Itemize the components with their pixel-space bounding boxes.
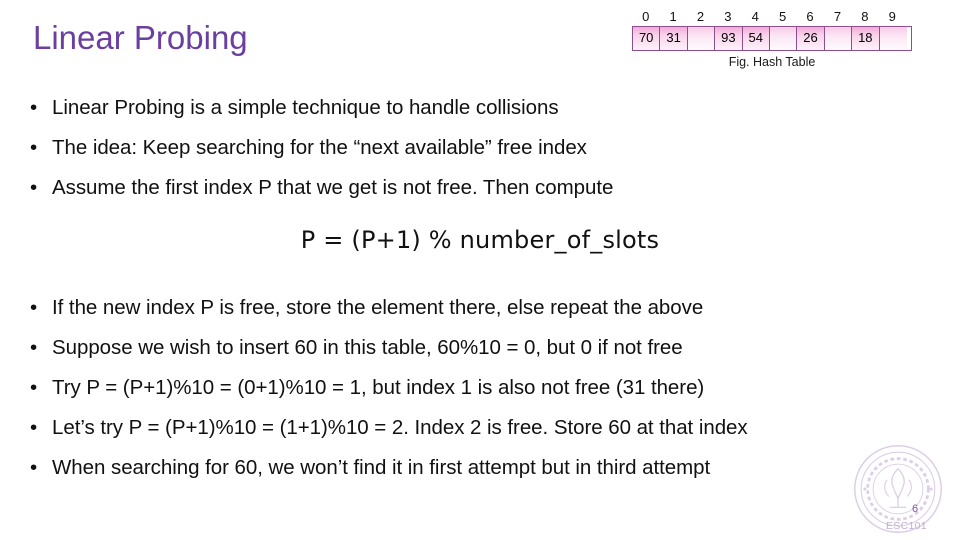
hash-table-cell: 93 — [715, 27, 743, 50]
page-number: 6 — [912, 503, 919, 515]
hash-table-cell: 54 — [742, 27, 770, 50]
list-item: • If the new index P is free, store the … — [30, 288, 935, 328]
list-item-text: Assume the first index P that we get is … — [52, 176, 614, 199]
hash-table-cell — [769, 27, 798, 50]
hash-index-label: 1 — [669, 9, 677, 24]
hash-index-label: 7 — [833, 9, 842, 24]
hash-table-figure: 0 1 2 3 4 5 6 7 8 9 70 31 93 54 26 18 Fi… — [632, 8, 912, 69]
list-item-text: When searching for 60, we won’t find it … — [52, 456, 711, 479]
hash-table-cell: 18 — [852, 27, 880, 50]
hash-table-cell: 31 — [660, 27, 688, 50]
bullet-dot-icon: • — [30, 376, 38, 399]
footer-course-code: ESC101 — [886, 520, 927, 532]
hash-index-label: 0 — [642, 9, 650, 24]
bullet-list-top: • Linear Probing is a simple technique t… — [30, 88, 935, 208]
list-item: • Let’s try P = (P+1)%10 = (1+1)%10 = 2.… — [30, 408, 935, 448]
list-item: • When searching for 60, we won’t find i… — [30, 448, 935, 488]
formula-text: P = (P+1) % number_of_slots — [300, 226, 660, 254]
list-item: • Try P = (P+1)%10 = (0+1)%10 = 1, but i… — [30, 368, 935, 408]
bullet-dot-icon: • — [30, 416, 38, 439]
list-item: • Assume the first index P that we get i… — [30, 168, 935, 208]
hash-table-cell — [824, 27, 853, 50]
bullet-dot-icon: • — [30, 96, 38, 119]
hash-table-cell: 26 — [797, 27, 825, 50]
list-item: • Linear Probing is a simple technique t… — [30, 88, 935, 128]
list-item: • Suppose we wish to insert 60 in this t… — [30, 328, 935, 368]
hash-index-label: 3 — [724, 9, 732, 24]
bullet-dot-icon: • — [30, 456, 38, 479]
hash-table-cell — [879, 27, 907, 50]
list-item-text: Try P = (P+1)%10 = (0+1)%10 = 1, but ind… — [52, 376, 705, 399]
bullet-dot-icon: • — [30, 336, 38, 359]
bullet-dot-icon: • — [30, 136, 38, 159]
figure-caption: Fig. Hash Table — [728, 55, 816, 69]
page-title: Linear Probing — [33, 19, 248, 56]
list-item-text: Linear Probing is a simple technique to … — [52, 96, 559, 119]
hash-table-cell — [687, 27, 716, 50]
hash-table-index-row: 0 1 2 3 4 5 6 7 8 9 — [632, 8, 912, 26]
bullet-list-bottom: • If the new index P is free, store the … — [30, 288, 935, 488]
hash-index-label: 6 — [806, 9, 814, 24]
hash-index-label: 8 — [861, 9, 869, 24]
hash-index-label: 4 — [751, 9, 759, 24]
bullet-dot-icon: • — [30, 176, 38, 199]
list-item-text: If the new index P is free, store the el… — [52, 296, 704, 319]
hash-index-label: 9 — [888, 9, 896, 24]
list-item-text: The idea: Keep searching for the “next a… — [52, 136, 587, 159]
hash-table-cell: 70 — [633, 27, 661, 50]
list-item: • The idea: Keep searching for the “next… — [30, 128, 935, 168]
list-item-text: Let’s try P = (P+1)%10 = (1+1)%10 = 2. I… — [52, 416, 748, 439]
hash-index-label: 5 — [779, 9, 787, 24]
hash-index-label: 2 — [696, 9, 705, 24]
hash-table-cell-row: 70 31 93 54 26 18 — [632, 26, 912, 51]
list-item-text: Suppose we wish to insert 60 in this tab… — [52, 336, 683, 359]
bullet-dot-icon: • — [30, 296, 38, 319]
